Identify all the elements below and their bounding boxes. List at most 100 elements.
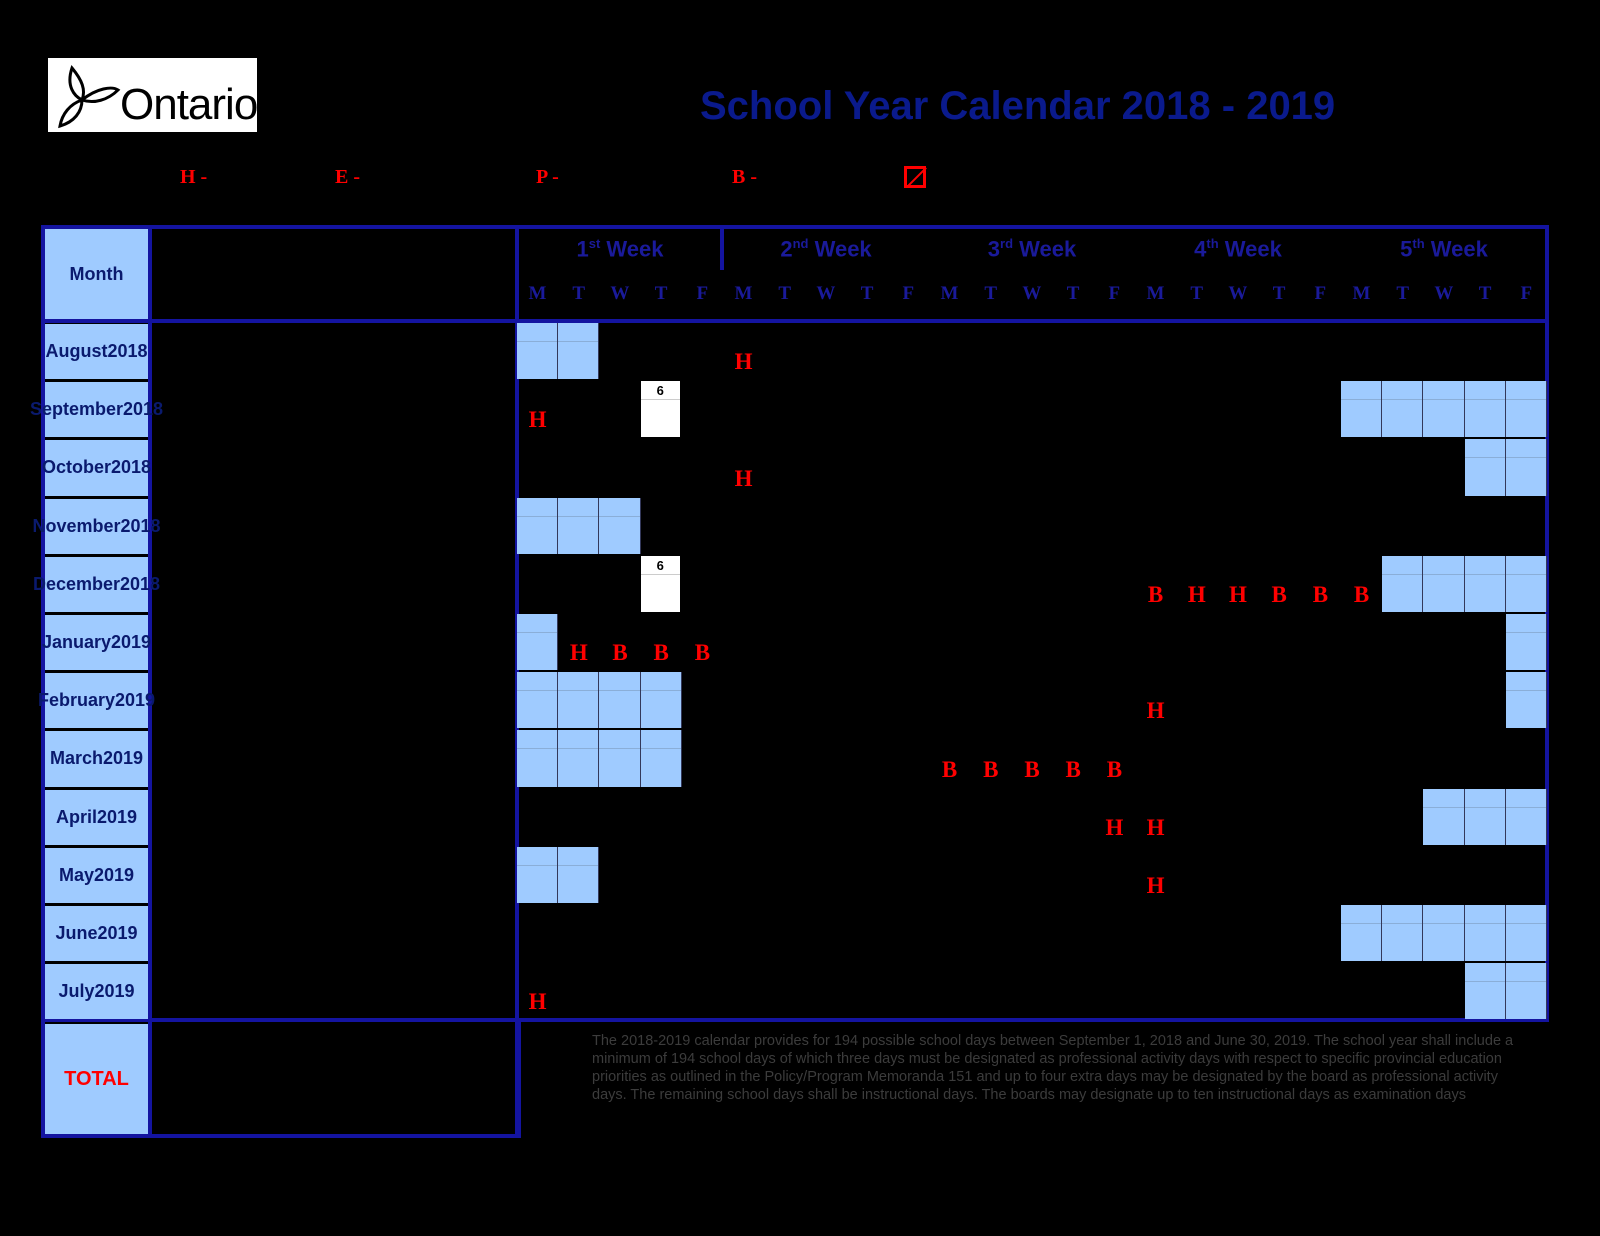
no-school-cell: [517, 672, 559, 729]
calendar-frame: [41, 225, 1549, 1022]
week-header: 1st Week: [520, 236, 720, 262]
month-name: March: [49, 748, 103, 769]
total-label: TOTAL: [45, 1024, 148, 1134]
month-header: Month: [45, 229, 148, 319]
no-school-cell: [1341, 381, 1383, 438]
month-cell: March 2019: [45, 731, 148, 787]
legend-pa-day: P -: [536, 166, 559, 188]
no-school-cell: [517, 846, 559, 903]
week-header: 3rd Week: [932, 236, 1132, 262]
day-mark: B: [1106, 756, 1123, 782]
month-name: September: [29, 399, 123, 420]
week-label: Week: [1430, 236, 1488, 262]
day-header: M: [734, 283, 753, 304]
week-number: 4: [1194, 236, 1207, 262]
no-school-cell: [1464, 788, 1506, 845]
no-school-cell: [1464, 381, 1506, 438]
month-name: February: [37, 690, 115, 711]
day-mark-cell: B: [1259, 556, 1300, 612]
no-school-cell: [517, 614, 559, 671]
no-school-cell: [1464, 439, 1506, 496]
day-mark: B: [983, 756, 999, 782]
month-year: 2019: [111, 632, 152, 653]
no-school-cell: [558, 497, 600, 554]
month-cell: January 2019: [42, 615, 152, 671]
no-school-cell: [517, 730, 559, 787]
week-label: Week: [606, 236, 664, 262]
legend-exam: E -: [335, 166, 360, 188]
date-number: 6: [656, 383, 664, 399]
month-year: 2019: [102, 748, 144, 769]
day-mark: B: [1147, 581, 1164, 607]
no-school-cell: [599, 672, 641, 729]
month-name: May: [58, 864, 94, 885]
day-header: M: [528, 283, 547, 304]
month-name: November: [32, 515, 121, 536]
week-suffix: th: [1206, 236, 1219, 251]
no-school-cell: [1505, 963, 1547, 1020]
month-year: 2019: [97, 923, 138, 944]
no-school-cell: [1382, 555, 1424, 612]
month-col-divider: [148, 225, 152, 1138]
day-header: F: [1108, 283, 1121, 304]
day-header: F: [902, 283, 915, 304]
week-number: 2: [780, 236, 793, 262]
no-school-cell: [1505, 381, 1547, 438]
day-mark: B: [1024, 756, 1040, 782]
day-mark-cell: H: [1135, 847, 1176, 903]
no-school-cell: [1464, 963, 1506, 1020]
day-mark: H: [528, 407, 547, 433]
day-mark: H: [1146, 872, 1165, 898]
no-school-cell: [640, 730, 682, 787]
no-school-cell: [558, 323, 600, 380]
month-year: 2018: [123, 399, 164, 420]
month-year: 2019: [96, 806, 138, 827]
month-name: April: [55, 806, 97, 827]
day-mark-cell: B: [1135, 556, 1176, 612]
month-year: 2018: [110, 457, 152, 478]
day-header: T: [1190, 283, 1204, 304]
no-school-cell: [1423, 905, 1465, 962]
date-cell: 6: [640, 381, 680, 438]
day-mark: H: [1187, 581, 1206, 607]
week-suffix: st: [588, 236, 601, 251]
month-cell: December 2018: [33, 556, 160, 612]
week-suffix: rd: [1000, 236, 1014, 251]
day-mark-cell: H: [517, 381, 558, 437]
day-mark-cell: H: [1135, 789, 1176, 845]
day-mark-cell: H: [723, 439, 764, 495]
day-header: W: [1022, 283, 1042, 304]
legend-holiday: H -: [180, 166, 208, 188]
no-school-cell: [1464, 905, 1506, 962]
no-school-cell: [517, 497, 559, 554]
month-cell: June 2019: [45, 906, 148, 962]
week-suffix: th: [1412, 236, 1425, 251]
date-cell: 6: [640, 555, 680, 612]
month-cell: August 2018: [45, 324, 148, 380]
month-cell: July 2019: [45, 964, 148, 1020]
day-mark: B: [694, 640, 711, 666]
day-header: W: [1434, 283, 1454, 304]
no-school-cell: [1505, 905, 1547, 962]
day-header: T: [654, 283, 668, 304]
day-header: W: [1228, 283, 1248, 304]
week-suffix: nd: [792, 236, 809, 251]
day-mark: B: [1271, 581, 1287, 607]
day-mark-cell: B: [970, 730, 1011, 786]
week-number: 5: [1400, 236, 1413, 262]
no-school-cell: [1505, 672, 1547, 729]
day-header: T: [860, 283, 874, 304]
day-header: F: [1314, 283, 1327, 304]
month-year: 2019: [93, 864, 135, 885]
trillium-icon: [58, 64, 121, 129]
day-mark-cell: H: [517, 963, 558, 1019]
no-school-cell: [1341, 905, 1383, 962]
week-label: Week: [1019, 236, 1077, 262]
day-mark-cell: H: [1217, 556, 1258, 612]
no-school-cell: [558, 846, 600, 903]
day-mark: H: [1105, 814, 1124, 840]
month-year: 2019: [115, 690, 156, 711]
month-name: December: [32, 573, 120, 594]
week1-divider: [720, 225, 724, 270]
week-label: Week: [1224, 236, 1282, 262]
